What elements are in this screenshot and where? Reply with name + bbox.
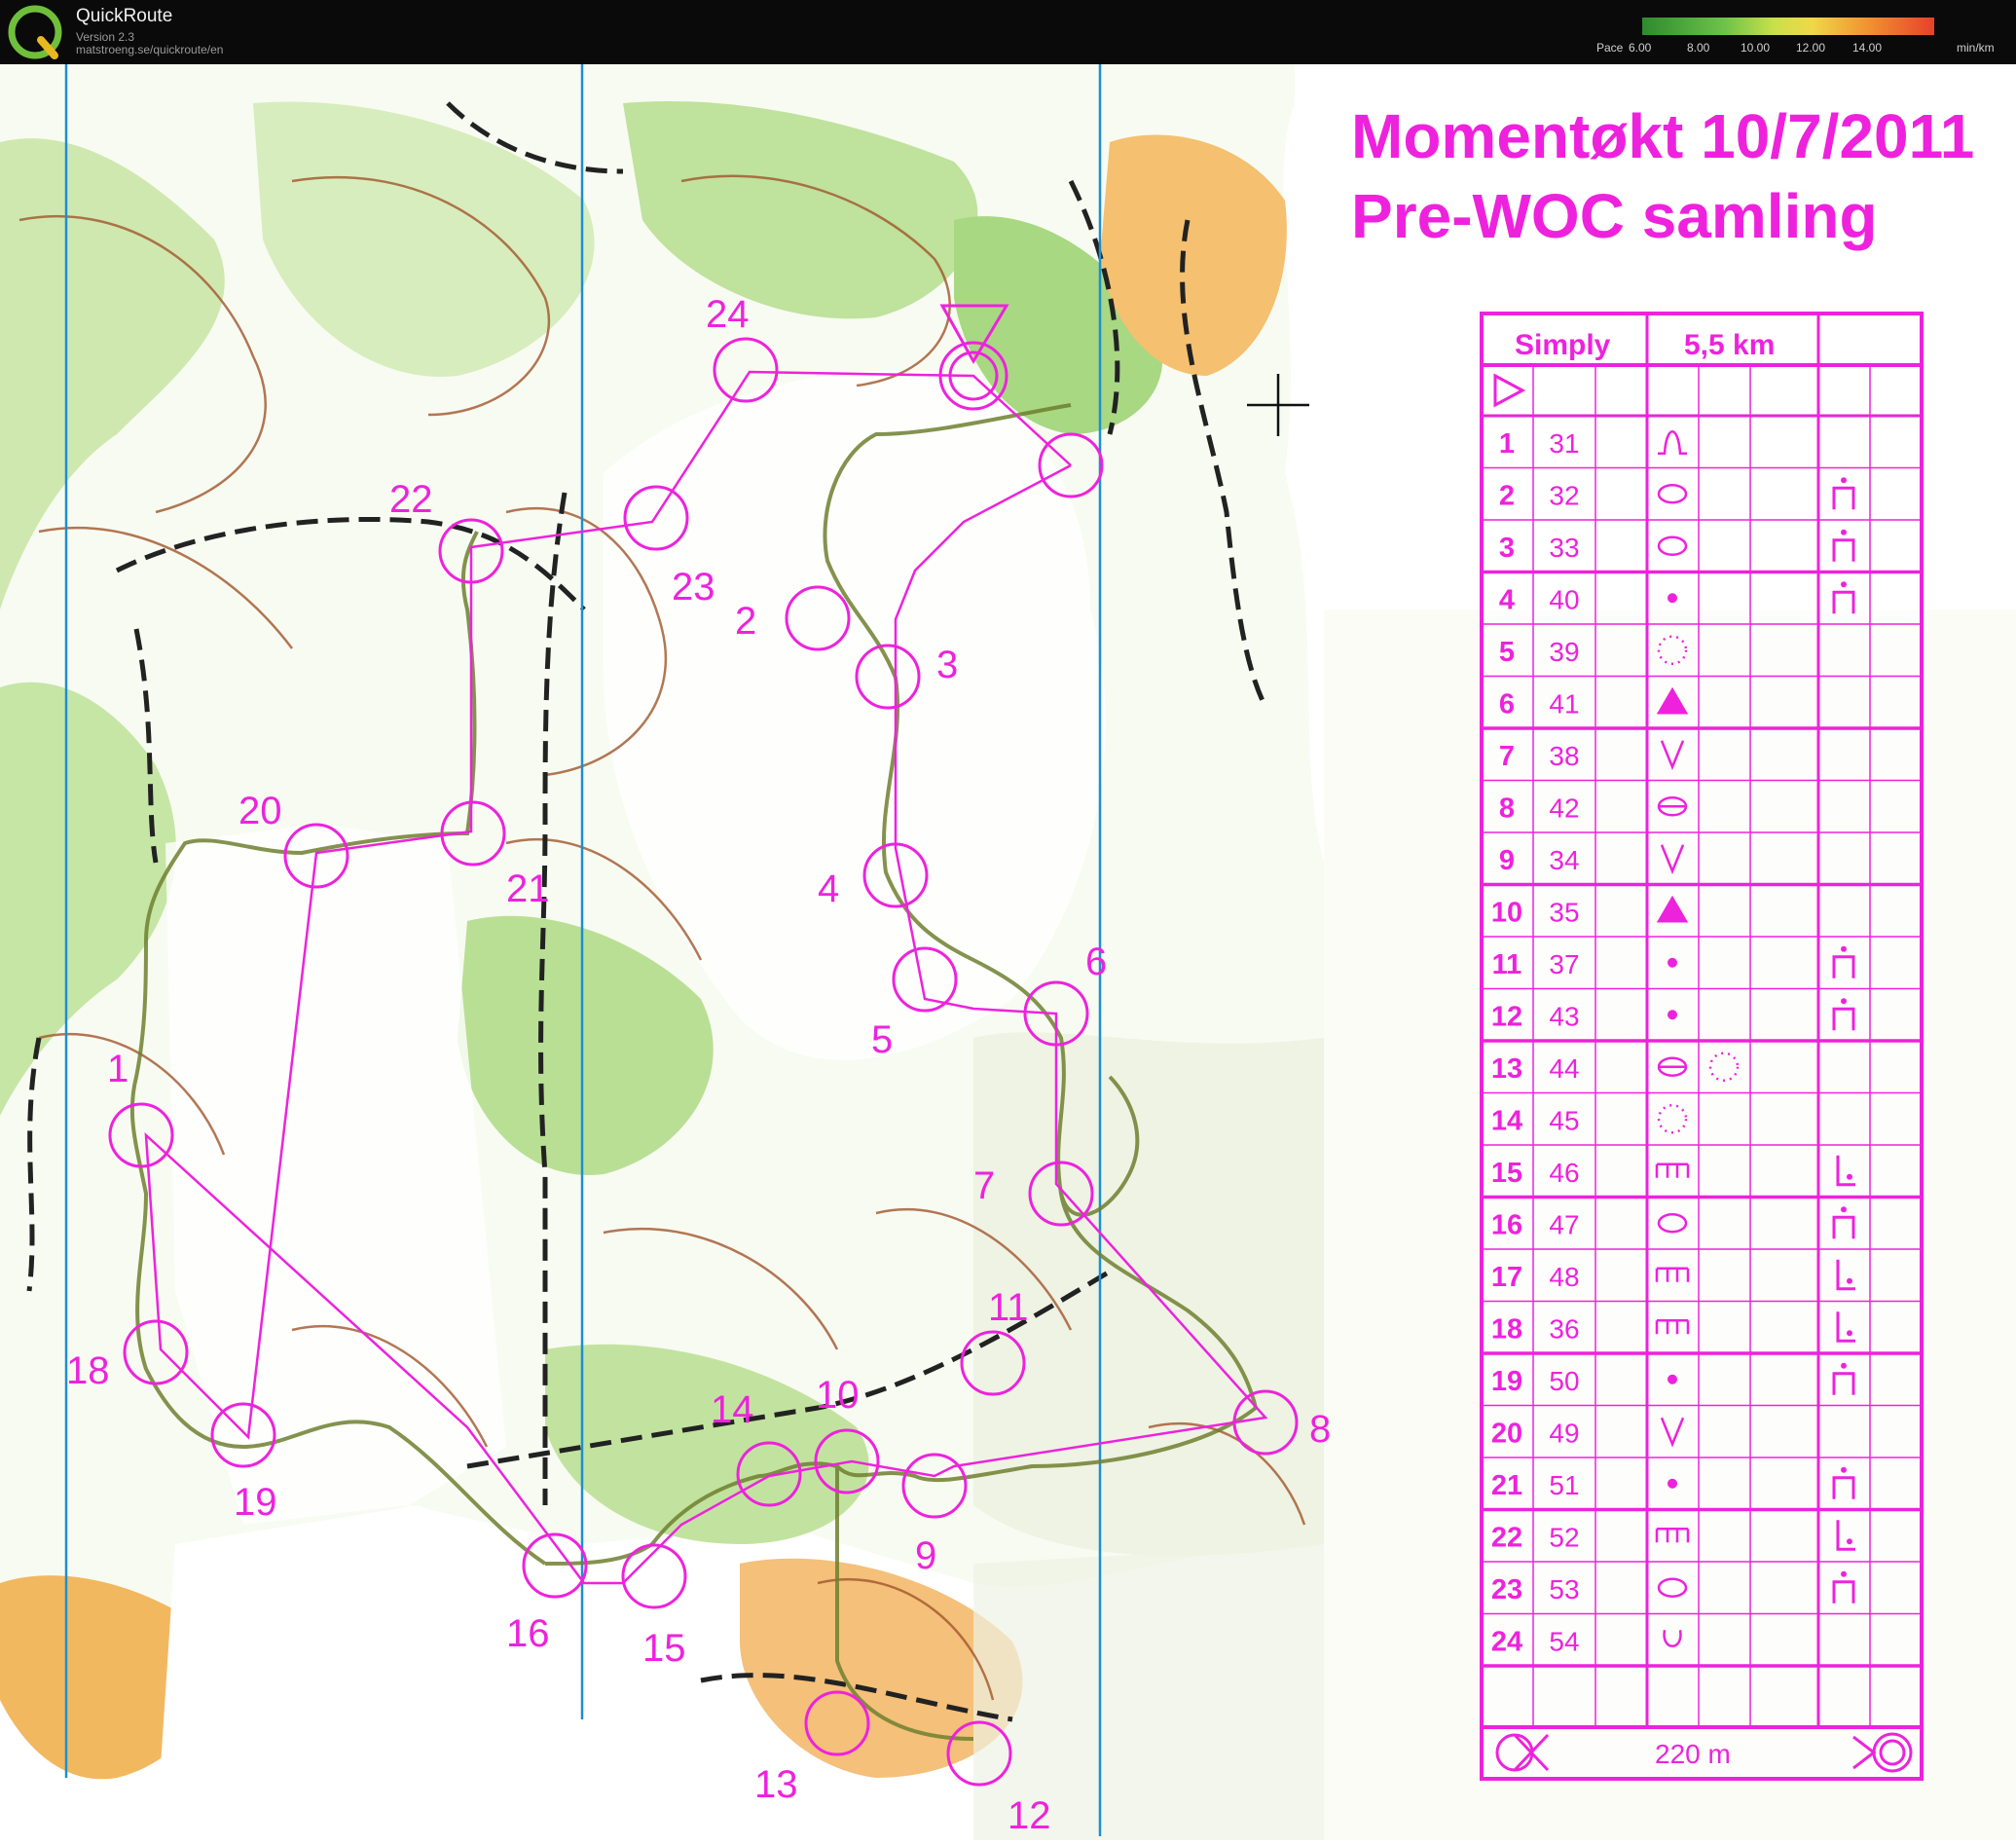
row-number: 2 [1499,481,1515,512]
row-number: 10 [1491,898,1522,929]
row-number: 15 [1491,1158,1522,1189]
row-number: 8 [1499,793,1515,825]
control-number: 14 [711,1388,754,1431]
pace-tick: 8.00 [1687,41,1710,55]
row-code: 53 [1549,1574,1579,1605]
control-number: 8 [1309,1408,1331,1451]
finish-distance: 220 m [1655,1739,1731,1769]
control-number: 5 [871,1018,893,1061]
control-number: 22 [389,478,433,521]
control-number: 15 [642,1627,686,1670]
control-number: 19 [234,1481,277,1524]
map-title-line1: Momentøkt 10/7/2011 [1351,101,1974,171]
control-number: 3 [936,644,958,686]
row-code: 49 [1549,1419,1579,1449]
row-number: 5 [1499,637,1515,668]
course-length: 5,5 km [1684,329,1775,361]
row-number: 14 [1491,1106,1522,1137]
map-view[interactable]: 1 2 3 4 5 6 7 8 9 10 11 12 13 14 15 16 1… [0,64,2016,1840]
row-number: 4 [1499,585,1515,616]
row-code: 32 [1549,481,1579,511]
control-number: 2 [735,600,756,643]
pace-tick: 12.00 [1796,41,1826,55]
pace-tick: 14.00 [1852,41,1883,55]
row-code: 52 [1549,1523,1579,1553]
pace-color-scale [1642,18,1934,35]
quickroute-logo-icon [8,5,62,59]
row-code: 40 [1549,585,1579,615]
row-number: 20 [1491,1419,1522,1450]
control-number: 6 [1085,941,1107,983]
row-code: 47 [1549,1210,1579,1240]
row-number: 24 [1491,1627,1522,1658]
map-title-line2: Pre-WOC samling [1351,181,1878,251]
row-code: 48 [1549,1262,1579,1292]
control-number: 12 [1008,1794,1051,1837]
control-number: 20 [238,790,282,832]
row-number: 1 [1499,428,1515,460]
pace-tick: 6.00 [1629,41,1652,55]
course-name: Simply [1515,329,1611,361]
dot-icon [1668,1374,1677,1384]
pace-tick: 10.00 [1741,41,1771,55]
row-number: 11 [1492,949,1522,980]
row-code: 50 [1549,1366,1579,1396]
row-number: 16 [1491,1210,1522,1241]
row-code: 34 [1549,845,1579,875]
control-number: 1 [107,1048,128,1090]
row-number: 17 [1491,1262,1522,1293]
row-code: 33 [1549,533,1579,563]
dot-icon [1668,957,1677,968]
control-number: 16 [506,1612,550,1655]
row-code: 51 [1549,1470,1579,1500]
app-titlebar: QuickRoute Version 2.3 matstroeng.se/qui… [0,0,2016,64]
row-code: 46 [1549,1158,1579,1188]
control-number: 18 [66,1349,110,1392]
row-number: 3 [1499,533,1515,564]
row-number: 13 [1491,1053,1522,1085]
row-code: 42 [1549,793,1579,824]
row-number: 19 [1491,1366,1522,1397]
dot-icon [1668,593,1677,604]
control-number: 4 [818,867,839,910]
app-url: matstroeng.se/quickroute/en [76,43,224,56]
app-version: Version 2.3 [76,30,135,44]
row-number: 23 [1491,1574,1522,1605]
row-number: 21 [1491,1470,1522,1501]
row-code: 39 [1549,637,1579,667]
control-number: 9 [915,1534,936,1577]
row-number: 7 [1499,741,1515,772]
row-number: 18 [1491,1314,1522,1346]
control-description-sheet: Simply 5,5 km 1 312 323 334 405 396 417 388 429 3… [1480,312,1924,1781]
row-code: 54 [1549,1627,1579,1657]
row-code: 44 [1549,1053,1579,1084]
row-code: 31 [1549,428,1579,459]
orienteering-map[interactable]: 1 2 3 4 5 6 7 8 9 10 11 12 13 14 15 16 1… [0,64,2016,1840]
pace-label: Pace [1596,41,1624,55]
row-code: 43 [1549,1002,1579,1032]
row-code: 41 [1549,689,1579,720]
control-number: 13 [754,1763,798,1806]
row-number: 22 [1491,1523,1522,1554]
control-number: 24 [706,293,750,336]
control-number: 11 [988,1286,1029,1329]
row-number: 9 [1499,845,1515,876]
pace-unit: min/km [1957,41,1995,55]
control-number: 23 [672,566,715,609]
dot-icon [1668,1010,1677,1020]
control-number: 7 [973,1164,995,1207]
control-number: 10 [816,1374,860,1417]
row-code: 37 [1549,949,1579,979]
row-code: 35 [1549,898,1579,928]
row-number: 6 [1499,689,1515,720]
row-code: 38 [1549,741,1579,771]
dot-icon [1668,1478,1677,1489]
row-code: 45 [1549,1106,1579,1136]
row-code: 36 [1549,1314,1579,1345]
control-number: 21 [506,867,550,910]
app-name: QuickRoute [76,6,173,26]
row-number: 12 [1491,1002,1522,1033]
